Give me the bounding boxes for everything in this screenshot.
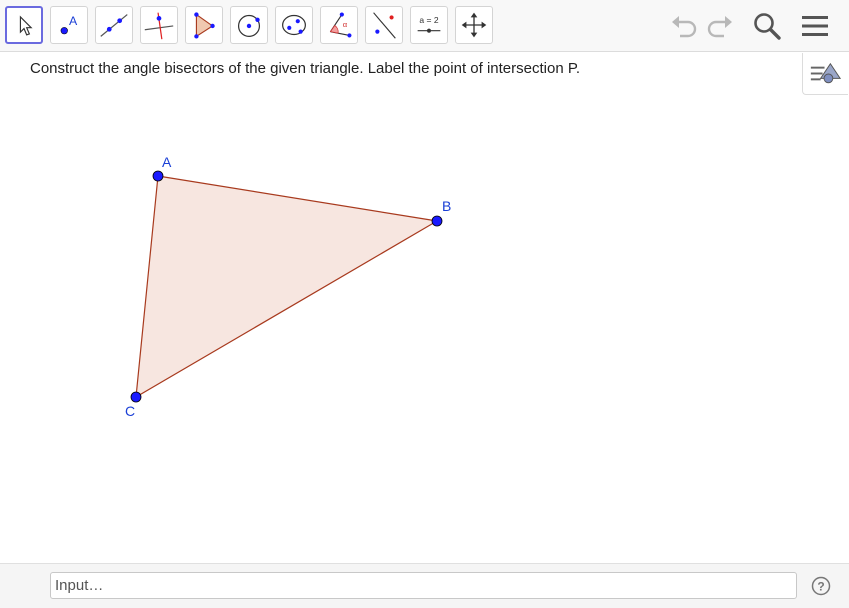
ellipse-tool-button[interactable] [275, 6, 313, 44]
undo-button[interactable] [668, 10, 700, 42]
perpendicular-line-tool-button[interactable] [140, 6, 178, 44]
algebra-input-field[interactable] [50, 572, 797, 599]
search-button[interactable] [751, 10, 783, 42]
perpendicular-line-icon [144, 12, 174, 40]
slider-icon: a = 2 [417, 15, 441, 33]
line-tool-button[interactable] [95, 6, 133, 44]
triangle-abc[interactable] [135, 175, 439, 399]
polygon-icon [194, 12, 215, 39]
cursor-arrow-icon [19, 15, 33, 36]
point-icon: A [60, 14, 78, 35]
instruction-text: Construct the angle bisectors of the giv… [30, 60, 581, 77]
point-a-label: A [162, 154, 172, 170]
line-icon [100, 14, 128, 37]
slider-tool-button[interactable]: a = 2 [410, 6, 448, 44]
style-bar-icon [810, 62, 842, 84]
toolbar: A α a = 2 [0, 0, 849, 52]
hamburger-menu-icon [802, 16, 828, 36]
point-c[interactable] [130, 391, 142, 403]
circle-tool-button[interactable] [230, 6, 268, 44]
move-graphics-view-tool-button[interactable] [455, 6, 493, 44]
help-icon: ? [817, 580, 824, 594]
help-button[interactable]: ? [811, 576, 831, 596]
redo-button[interactable] [704, 10, 736, 42]
point-a[interactable] [152, 170, 164, 182]
move-tool-button[interactable] [5, 6, 43, 44]
polygon-tool-button[interactable] [185, 6, 223, 44]
input-bar: ? [0, 563, 849, 608]
point-tool-label: A [69, 14, 78, 28]
slider-tool-label: a = 2 [419, 15, 438, 25]
point-b[interactable] [431, 215, 443, 227]
move-arrows-icon [461, 12, 487, 38]
ellipse-icon [282, 14, 306, 36]
angle-tool-label: α [343, 20, 348, 29]
reflect-tool-button[interactable] [365, 6, 403, 44]
point-b-label: B [442, 198, 451, 214]
point-c-label: C [125, 403, 135, 419]
search-icon [754, 13, 781, 40]
undo-icon [672, 16, 697, 38]
circle-icon [237, 14, 261, 37]
angle-tool-button[interactable]: α [320, 6, 358, 44]
graphics-view[interactable]: A B C [0, 53, 849, 563]
reflect-icon [373, 12, 396, 39]
redo-icon [707, 16, 732, 38]
style-bar-toggle-button[interactable] [802, 53, 848, 95]
main-menu-button[interactable] [799, 10, 831, 42]
point-tool-button[interactable]: A [50, 6, 88, 44]
angle-icon: α [329, 12, 352, 38]
